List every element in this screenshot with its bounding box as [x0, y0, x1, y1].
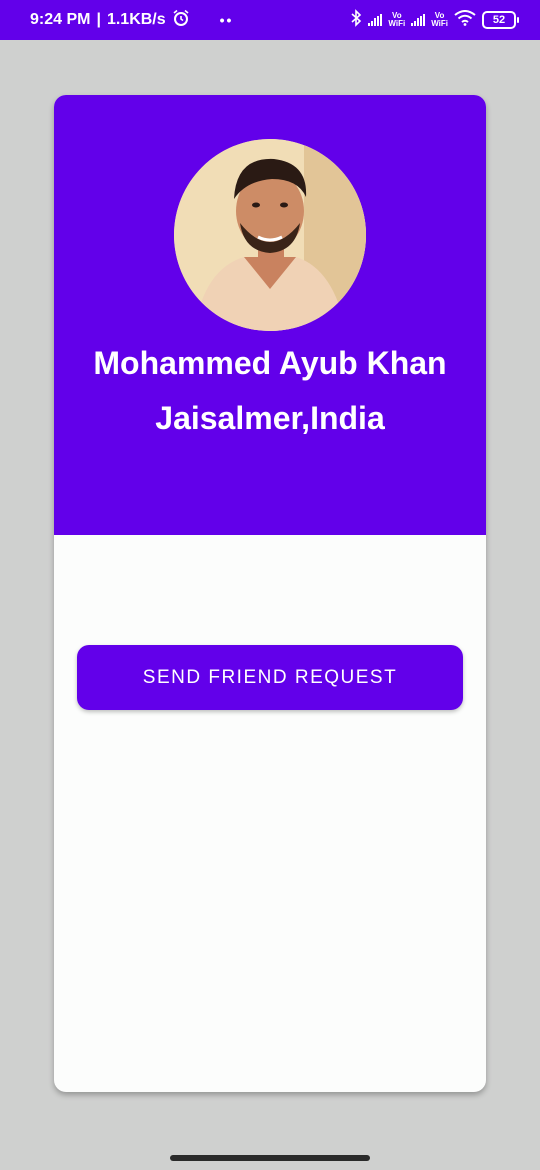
status-left: 9:24 PM | 1.1KB/s •• — [30, 9, 233, 32]
signal-icon — [411, 14, 426, 26]
status-bar: 9:24 PM | 1.1KB/s •• Vo WiFi Vo WiFi 52 — [0, 0, 540, 40]
status-net-speed: 1.1KB/s — [106, 11, 166, 28]
status-dots: •• — [219, 12, 234, 28]
signal-icon — [368, 14, 383, 26]
profile-header: Mohammed Ayub Khan Jaisalmer,India — [54, 95, 486, 535]
wifi-label: WiFi — [431, 19, 448, 28]
gesture-nav-handle[interactable] — [170, 1155, 370, 1161]
alarm-icon — [172, 9, 190, 32]
send-friend-request-button[interactable]: SEND FRIEND REQUEST — [77, 645, 463, 710]
volte-indicator: Vo WiFi — [431, 12, 448, 28]
profile-location: Jaisalmer,India — [155, 400, 385, 436]
avatar — [174, 139, 366, 331]
profile-card: Mohammed Ayub Khan Jaisalmer,India SEND … — [54, 95, 486, 1092]
battery-icon: 52 — [482, 11, 519, 29]
status-time: 9:24 PM — [30, 11, 91, 28]
status-separator: | — [96, 11, 101, 28]
volte-indicator: Vo WiFi — [388, 12, 405, 28]
status-right: Vo WiFi Vo WiFi 52 — [350, 8, 519, 32]
bluetooth-icon — [350, 8, 362, 32]
avatar-photo — [174, 139, 366, 331]
profile-name: Mohammed Ayub Khan — [93, 345, 447, 381]
wifi-icon — [454, 9, 476, 31]
wifi-label: WiFi — [388, 19, 406, 28]
